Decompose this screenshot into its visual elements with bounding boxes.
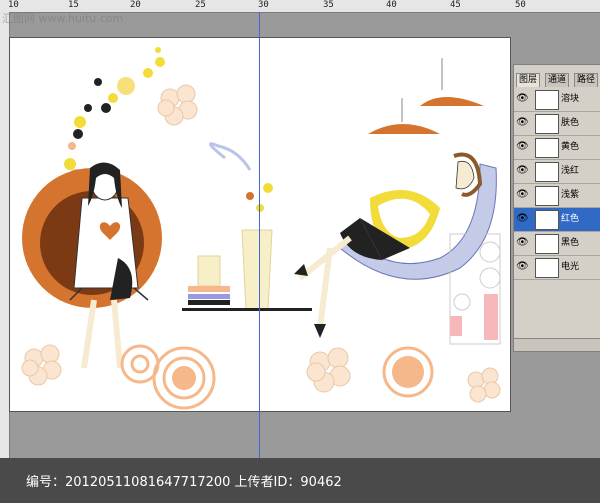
caption-text: 编号：20120511081647717200 上传者ID：90462 [26,475,342,490]
eye-icon[interactable]: 👁 [516,164,529,178]
layer-thumbnail [535,90,559,110]
ruler-label: 20 [130,0,141,10]
illustration [21,47,501,410]
ruler-label: 25 [195,0,206,10]
layer-name: 浅紫 [561,190,580,200]
ruler-label: 45 [450,0,461,10]
layer-row[interactable]: 👁 浅红 [514,160,600,184]
layer-row[interactable]: 👁 溶块 [514,88,600,112]
layer-name: 肤色 [561,118,580,128]
layer-name: 黄色 [561,142,580,152]
layer-thumbnail [535,186,559,206]
layer-row-selected[interactable]: 👁 红色 [514,208,600,232]
layer-name: 浅红 [561,166,580,176]
hanging-lamps [368,58,484,134]
ruler-label: 15 [68,0,79,10]
ruler-label: 35 [323,0,334,10]
layer-row[interactable]: 👁 黄色 [514,136,600,160]
layer-name: 黑色 [561,238,580,248]
eye-icon[interactable]: 👁 [516,212,529,226]
eye-icon[interactable]: 👁 [516,92,529,106]
layer-thumbnail [535,210,559,230]
layer-thumbnail [535,114,559,134]
eye-icon[interactable]: 👁 [516,188,529,202]
layers-panel: 图层 通道 路径 👁 溶块 👁 肤色 👁 黄色 👁 浅红 👁 浅紫 👁 红色 👁… [513,64,600,352]
eye-icon[interactable]: 👁 [516,140,529,154]
tab-layers[interactable]: 图层 [516,73,541,87]
panel-tabs: 图层 通道 路径 [514,73,600,87]
caption-bar: 编号：20120511081647717200 上传者ID：90462 [0,458,600,503]
table-with-vase [182,142,312,311]
layer-list: 👁 溶块 👁 肤色 👁 黄色 👁 浅红 👁 浅紫 👁 红色 👁 黑色 👁 电光 [514,88,600,280]
girl-in-round-chair [22,162,162,369]
layer-row[interactable]: 👁 黑色 [514,232,600,256]
layer-thumbnail [535,138,559,158]
layer-name: 溶块 [561,94,580,104]
layer-thumbnail [535,258,559,278]
eye-icon[interactable]: 👁 [516,116,529,130]
layer-name: 电光 [561,262,580,272]
tab-channels[interactable]: 通道 [545,73,570,87]
concentric-circles [120,344,434,410]
panel-footer [514,338,600,351]
layer-row[interactable]: 👁 浅紫 [514,184,600,208]
ruler-label: 40 [386,0,397,10]
tab-paths[interactable]: 路径 [574,73,599,87]
layer-thumbnail [535,234,559,254]
layer-name: 红色 [561,214,580,224]
woman-in-lounge-chair [294,152,497,338]
document-canvas[interactable] [9,37,511,412]
layer-row[interactable]: 👁 电光 [514,256,600,280]
ruler-label: 50 [515,0,526,10]
ruler-label: 30 [258,0,269,10]
ruler-label: 10 [8,0,19,10]
eye-icon[interactable]: 👁 [516,260,529,274]
vertical-guide[interactable] [259,12,260,503]
layer-thumbnail [535,162,559,182]
eye-icon[interactable]: 👁 [516,236,529,250]
watermark: 汇图网 www.huitu.com [2,12,124,25]
layer-row[interactable]: 👁 肤色 [514,112,600,136]
